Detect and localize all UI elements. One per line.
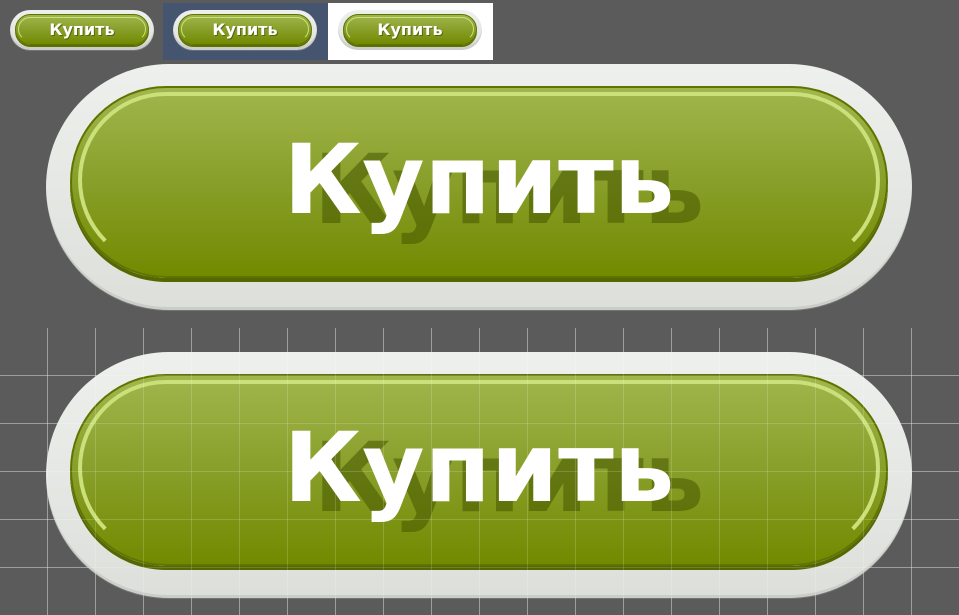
buy-button-small-frame: Купить xyxy=(10,10,154,50)
buy-button-large-frame: Купить xyxy=(46,64,912,310)
buy-button-large-grid-preview: Купить xyxy=(46,352,912,598)
buy-button-small-white[interactable]: Купить xyxy=(343,14,477,45)
buy-button-label: Купить xyxy=(283,412,675,524)
design-canvas: Купить Купить Купить Купить Купить xyxy=(0,0,959,615)
buy-button-large[interactable]: Купить xyxy=(70,86,888,278)
buy-button-label: Купить xyxy=(49,20,115,39)
buy-button-small-frame: Купить xyxy=(338,10,482,50)
buy-button-small-dark[interactable]: Купить xyxy=(15,14,149,45)
preview-panel-blue: Купить xyxy=(163,3,328,60)
buy-button-label: Купить xyxy=(212,20,278,39)
buy-button-large-preview: Купить xyxy=(46,64,912,310)
buy-button-large-grid[interactable]: Купить xyxy=(70,374,888,566)
buy-button-large-frame: Купить xyxy=(46,352,912,598)
buy-button-label: Купить xyxy=(377,20,443,39)
buy-button-small-blue[interactable]: Купить xyxy=(178,14,312,45)
buy-button-label: Купить xyxy=(283,124,675,236)
preview-panel-white: Купить xyxy=(328,3,493,60)
buy-button-small-frame: Купить xyxy=(173,10,317,50)
preview-panel-dark: Купить xyxy=(0,3,163,60)
